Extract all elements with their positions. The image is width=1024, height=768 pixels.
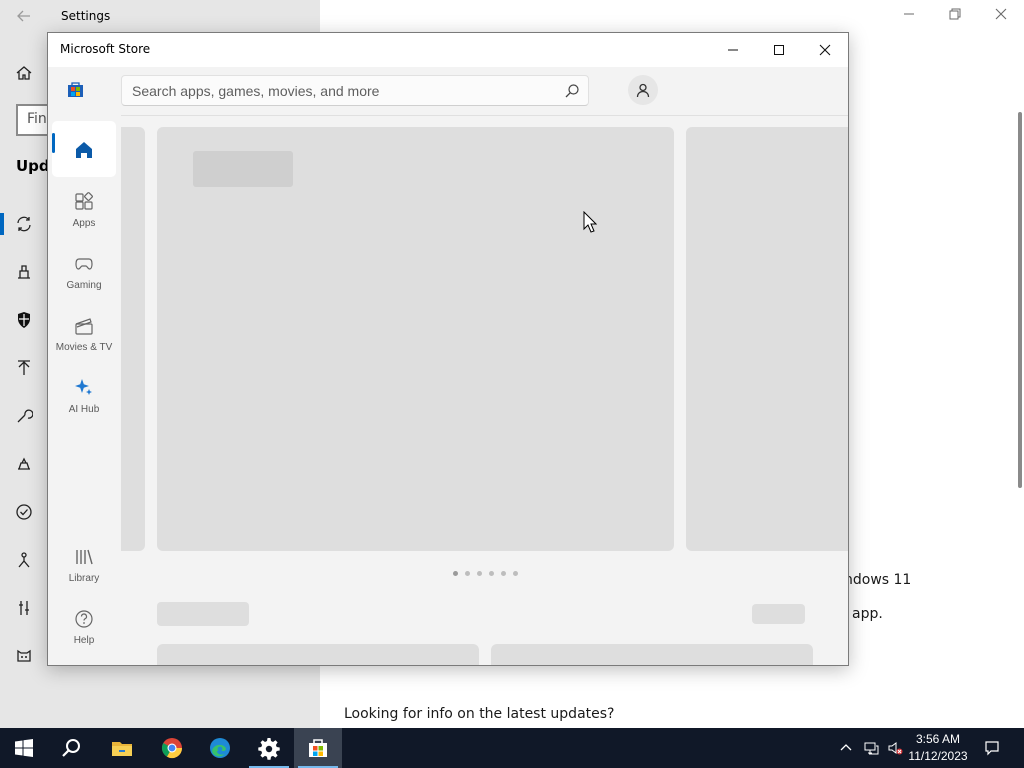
taskbar-clock[interactable]: 3:56 AM 11/12/2023 bbox=[904, 731, 972, 765]
rail-label: AI Hub bbox=[68, 404, 100, 415]
rail-item-gaming[interactable]: Gaming bbox=[52, 245, 116, 301]
troubleshoot-icon[interactable] bbox=[14, 406, 34, 426]
rail-item-home[interactable] bbox=[52, 121, 116, 177]
minimize-icon[interactable] bbox=[897, 6, 921, 26]
rail-item-movies-tv[interactable]: Movies & TV bbox=[52, 307, 116, 363]
minimize-icon[interactable] bbox=[718, 37, 748, 63]
microsoft-store-icon bbox=[309, 739, 327, 757]
for-developers-icon[interactable] bbox=[14, 598, 34, 618]
close-icon[interactable] bbox=[989, 6, 1013, 26]
chrome-icon bbox=[161, 738, 183, 759]
tile-placeholder[interactable] bbox=[157, 644, 479, 665]
carousel-dot[interactable] bbox=[513, 571, 518, 576]
scrollbar[interactable] bbox=[1018, 112, 1022, 488]
carousel-dot[interactable] bbox=[453, 571, 458, 576]
store-titlebar[interactable]: Microsoft Store bbox=[48, 33, 848, 67]
home-icon bbox=[73, 139, 95, 161]
edge-icon bbox=[210, 738, 230, 758]
clapperboard-icon bbox=[73, 315, 95, 337]
rail-item-library[interactable]: Library bbox=[52, 538, 116, 594]
section-heading-placeholder bbox=[157, 602, 249, 626]
network-status[interactable] bbox=[862, 728, 880, 768]
active-indicator bbox=[0, 213, 4, 235]
rail-label: Movies & TV bbox=[55, 342, 113, 353]
rail-label: Help bbox=[73, 635, 95, 646]
store-search-input[interactable] bbox=[132, 82, 552, 100]
volume-muted-icon bbox=[888, 742, 903, 755]
network-icon bbox=[864, 742, 879, 755]
clock-time: 3:56 AM bbox=[915, 732, 961, 746]
carousel-dots[interactable] bbox=[453, 571, 518, 576]
start-button[interactable] bbox=[0, 728, 48, 768]
hero-card-current[interactable] bbox=[157, 127, 674, 551]
carousel-dot[interactable] bbox=[465, 571, 470, 576]
find-my-device-icon[interactable] bbox=[14, 550, 34, 570]
activation-icon[interactable] bbox=[14, 502, 34, 522]
tile-placeholder[interactable] bbox=[491, 644, 813, 665]
show-hidden-icons-button[interactable] bbox=[838, 728, 854, 768]
store-navigation-rail: Apps Gaming Movies & TV AI Hub Library H… bbox=[48, 115, 120, 665]
restore-icon[interactable] bbox=[943, 6, 967, 26]
rail-label: Apps bbox=[72, 218, 96, 229]
store-search-box[interactable] bbox=[121, 75, 589, 106]
taskbar-chrome[interactable] bbox=[148, 728, 196, 768]
taskbar-file-explorer[interactable] bbox=[98, 728, 146, 768]
rail-label: Library bbox=[68, 573, 100, 584]
hero-card-previous[interactable] bbox=[121, 127, 145, 551]
taskbar-edge[interactable] bbox=[196, 728, 244, 768]
library-icon bbox=[73, 546, 95, 568]
app-text: app. bbox=[852, 606, 883, 622]
taskbar-settings[interactable] bbox=[245, 728, 293, 768]
microsoft-store-window: Microsoft Store Search apps, games, movi… bbox=[47, 32, 849, 666]
delivery-optimization-icon[interactable] bbox=[14, 262, 34, 282]
carousel-dot[interactable] bbox=[477, 571, 482, 576]
rail-label: Gaming bbox=[66, 280, 102, 291]
store-title: Microsoft Store bbox=[60, 42, 151, 56]
latest-updates-link[interactable]: Looking for info on the latest updates? bbox=[344, 706, 614, 722]
windows-11-text: ndows 11 bbox=[844, 572, 912, 588]
store-home-content bbox=[121, 115, 848, 665]
close-icon[interactable] bbox=[810, 37, 840, 63]
gaming-controller-icon bbox=[73, 253, 95, 275]
taskbar: 3:56 AM 11/12/2023 bbox=[0, 728, 1024, 768]
mouse-cursor-icon bbox=[583, 210, 598, 233]
carousel-dot[interactable] bbox=[501, 571, 506, 576]
carousel-dot[interactable] bbox=[489, 571, 494, 576]
sync-icon[interactable] bbox=[14, 214, 34, 234]
see-all-placeholder bbox=[752, 604, 805, 624]
maximize-icon[interactable] bbox=[764, 37, 794, 63]
clock-date: 11/12/2023 bbox=[908, 749, 968, 763]
hero-title-placeholder bbox=[193, 151, 293, 187]
volume-status[interactable] bbox=[885, 728, 905, 768]
hero-card-next[interactable] bbox=[686, 127, 848, 551]
help-icon bbox=[73, 608, 95, 630]
file-explorer-icon bbox=[112, 742, 132, 756]
home-icon[interactable] bbox=[14, 63, 34, 83]
recovery-icon[interactable] bbox=[14, 454, 34, 474]
user-account-icon[interactable] bbox=[628, 75, 658, 105]
back-arrow-icon[interactable] bbox=[16, 8, 32, 24]
microsoft-store-logo-icon bbox=[67, 81, 84, 98]
rail-active-indicator bbox=[52, 133, 55, 153]
windows-security-icon[interactable] bbox=[14, 310, 34, 330]
rail-item-help[interactable]: Help bbox=[52, 600, 116, 656]
taskbar-search-button[interactable] bbox=[48, 728, 96, 768]
apps-icon bbox=[73, 191, 95, 213]
notification-icon bbox=[985, 741, 999, 756]
taskbar-microsoft-store[interactable] bbox=[294, 728, 342, 768]
chevron-up-icon bbox=[840, 744, 852, 751]
rail-item-ai-hub[interactable]: AI Hub bbox=[52, 369, 116, 425]
content-divider bbox=[121, 115, 848, 116]
settings-icon bbox=[258, 738, 280, 760]
start-icon bbox=[15, 739, 33, 757]
rail-item-apps[interactable]: Apps bbox=[52, 183, 116, 239]
search-icon[interactable] bbox=[564, 83, 580, 99]
sparkle-icon bbox=[73, 377, 95, 399]
backup-icon[interactable] bbox=[14, 358, 34, 378]
settings-title: Settings bbox=[61, 9, 111, 23]
windows-insider-icon[interactable] bbox=[14, 646, 34, 666]
action-center-button[interactable] bbox=[980, 728, 1004, 768]
search-icon bbox=[62, 739, 80, 757]
